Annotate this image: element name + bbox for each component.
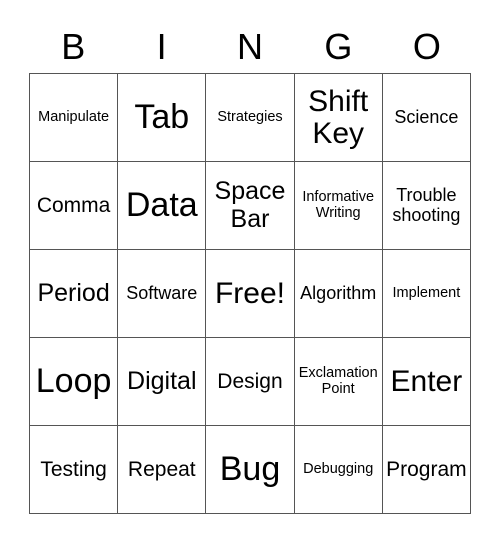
bingo-cell[interactable]: Debugging	[294, 426, 383, 514]
bingo-cell[interactable]: Free!	[206, 250, 295, 338]
bingo-cell[interactable]: Strategies	[206, 74, 295, 162]
bingo-header: B I N G O	[29, 22, 471, 72]
bingo-cell[interactable]: Manipulate	[30, 74, 119, 162]
bingo-cell[interactable]: Space Bar	[206, 162, 295, 250]
bingo-cell[interactable]: Shift Key	[294, 74, 383, 162]
bingo-cell[interactable]: Science	[382, 74, 471, 162]
bingo-cell[interactable]: Tab	[118, 74, 207, 162]
bingo-cell[interactable]: Loop	[30, 338, 119, 426]
bingo-cell[interactable]: Software	[118, 250, 207, 338]
header-letter-b: B	[61, 26, 86, 67]
bingo-cell[interactable]: Trouble shooting	[382, 162, 471, 250]
bingo-cell[interactable]: Implement	[382, 250, 471, 338]
bingo-cell[interactable]: Informative Writing	[294, 162, 383, 250]
bingo-cell[interactable]: Exclamation Point	[294, 338, 383, 426]
bingo-cell[interactable]: Testing	[30, 426, 119, 514]
bingo-cell[interactable]: Period	[30, 250, 119, 338]
bingo-cell[interactable]: Comma	[30, 162, 119, 250]
header-letter-o: O	[412, 26, 441, 67]
bingo-cell[interactable]: Algorithm	[294, 250, 383, 338]
bingo-cell[interactable]: Design	[206, 338, 295, 426]
bingo-cell[interactable]: Enter	[382, 338, 471, 426]
bingo-grid: Manipulate Tab Strategies Shift Key Science C…	[29, 73, 471, 514]
bingo-cell[interactable]: Data	[118, 162, 207, 250]
bingo-cell[interactable]: Repeat	[118, 426, 207, 514]
header-letter-n: N	[237, 26, 264, 67]
bingo-cell[interactable]: Program	[382, 426, 471, 514]
bingo-cell[interactable]: Bug	[206, 426, 295, 514]
header-letter-g: G	[324, 26, 353, 67]
bingo-cell[interactable]: Digital	[118, 338, 207, 426]
header-letter-i: I	[156, 26, 167, 67]
